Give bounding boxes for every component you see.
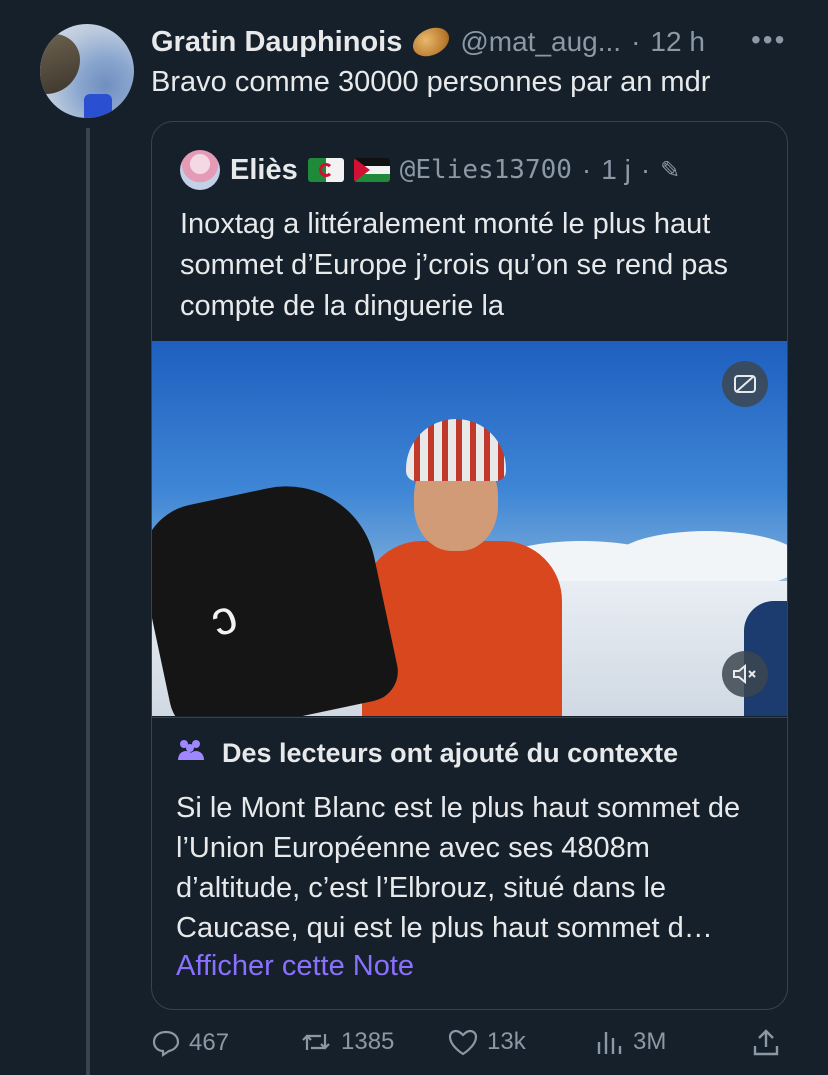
- retweet-icon: [302, 1034, 330, 1050]
- quote-separator: ·: [581, 154, 592, 185]
- mute-icon[interactable]: [722, 651, 768, 697]
- palestine-flag-icon: [353, 158, 390, 182]
- tweet-header: Gratin Dauphinois @mat_aug... · 12 h: [151, 22, 705, 62]
- thread-line: [86, 128, 90, 1075]
- quote-time[interactable]: 1 j: [601, 154, 631, 186]
- views-button[interactable]: 3M: [595, 1028, 666, 1056]
- separator-dot: ·: [631, 26, 641, 57]
- share-icon: [753, 1029, 779, 1056]
- heart-icon: [448, 1029, 478, 1056]
- quote-author-name[interactable]: Eliès: [230, 154, 298, 187]
- people-icon: [174, 738, 206, 769]
- avatar-rock: [40, 34, 80, 94]
- like-button[interactable]: 13k: [447, 1028, 526, 1056]
- reply-count: 467: [189, 1029, 230, 1056]
- reply-button[interactable]: 467: [151, 1028, 229, 1058]
- retweet-count: 1385: [341, 1028, 395, 1055]
- captions-off-icon-svg: [734, 375, 756, 393]
- people-icon-svg: [178, 740, 204, 760]
- mute-icon-svg: [733, 664, 756, 684]
- views-icon: [597, 1032, 622, 1054]
- views-count: 3M: [633, 1028, 667, 1055]
- potato-icon: [408, 22, 455, 62]
- tweet-time[interactable]: 12 h: [650, 26, 705, 58]
- quote-header: Eliès @Elies13700 · 1 j · ✎: [180, 148, 680, 192]
- captions-off-icon[interactable]: [722, 361, 768, 407]
- community-note-title: Des lecteurs ont ajouté du contexte: [222, 738, 679, 768]
- community-note-text: Si le Mont Blanc est le plus haut sommet…: [176, 792, 741, 944]
- community-note: Des lecteurs ont ajouté du contexte Si l…: [152, 717, 787, 1009]
- like-count: 13k: [487, 1028, 526, 1055]
- avatar-figure: [84, 94, 112, 118]
- reply-icon: [152, 1030, 180, 1058]
- algeria-flag-icon: [307, 158, 344, 182]
- person-hat: [406, 419, 506, 481]
- quoted-tweet[interactable]: Eliès @Elies13700 · 1 j · ✎ Inoxtag a li…: [151, 121, 788, 1010]
- author-avatar[interactable]: [40, 24, 134, 118]
- author-handle[interactable]: @mat_aug...: [460, 26, 621, 58]
- glove: [152, 469, 404, 716]
- action-bar: 467 1385 13k 3M: [151, 1028, 791, 1068]
- quote-avatar[interactable]: [180, 150, 220, 190]
- person-jacket: [362, 541, 562, 716]
- quote-separator-2: ·: [640, 154, 651, 185]
- quote-author-handle[interactable]: @Elies13700: [400, 155, 572, 185]
- author-name[interactable]: Gratin Dauphinois: [151, 26, 402, 59]
- edited-icon: ✎: [660, 156, 681, 184]
- tweet-text: Bravo comme 30000 personnes par an mdr: [151, 66, 711, 98]
- community-note-header: Des lecteurs ont ajouté du contexte: [174, 738, 678, 769]
- video-media[interactable]: ↄ: [152, 341, 787, 716]
- retweet-button[interactable]: 1385: [299, 1028, 394, 1056]
- quote-text: Inoxtag a littéralement monté le plus ha…: [180, 208, 729, 322]
- more-options-icon[interactable]: •••: [751, 24, 786, 56]
- share-button[interactable]: [751, 1028, 781, 1058]
- show-note-link[interactable]: Afficher cette Note: [176, 950, 414, 983]
